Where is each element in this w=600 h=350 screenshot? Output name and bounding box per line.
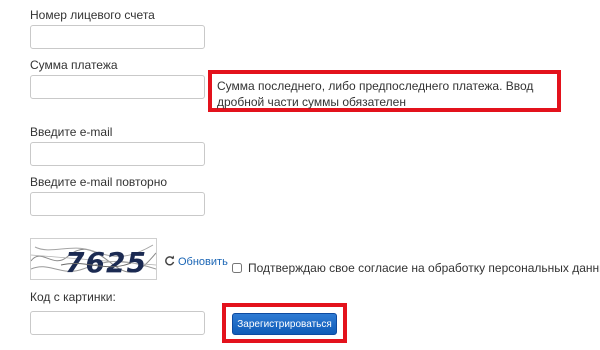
amount-hint-highlight: Сумма последнего, либо предпоследнего пл… — [208, 70, 561, 112]
refresh-captcha-button[interactable]: Обновить — [164, 253, 228, 271]
register-button[interactable]: Зарегистрироваться — [232, 313, 337, 335]
consent-label: Подтверждаю свое согласие на обработку п… — [248, 261, 600, 275]
payment-amount-label: Сумма платежа — [30, 58, 118, 72]
refresh-label[interactable]: Обновить — [178, 256, 228, 268]
captcha-text: 7625 — [65, 246, 147, 279]
consent-row: Подтверждаю свое согласие на обработку п… — [232, 261, 600, 275]
email-label: Введите e-mail — [30, 125, 113, 139]
amount-hint-text: Сумма последнего, либо предпоследнего пл… — [217, 79, 534, 109]
consent-checkbox[interactable] — [232, 263, 242, 273]
captcha-code-label: Код с картинки: — [30, 290, 116, 304]
email-repeat-input[interactable] — [30, 192, 205, 216]
captcha-code-input[interactable] — [30, 311, 205, 335]
payment-amount-input[interactable] — [30, 75, 205, 99]
email-input[interactable] — [30, 142, 205, 166]
email-repeat-label: Введите e-mail повторно — [30, 175, 168, 189]
refresh-icon — [164, 253, 175, 271]
captcha-image: 7625 — [30, 238, 157, 280]
account-number-input[interactable] — [30, 25, 205, 49]
account-number-label: Номер лицевого счета — [30, 8, 155, 22]
